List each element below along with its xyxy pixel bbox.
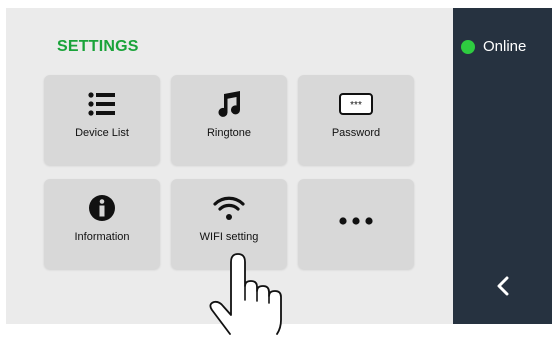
page-title: SETTINGS (57, 38, 139, 55)
info-icon (44, 192, 160, 224)
tile-information[interactable]: Information (44, 179, 160, 269)
music-note-icon (171, 88, 287, 120)
tile-ringtone[interactable]: Ringtone (171, 75, 287, 165)
status-indicator-dot (461, 39, 475, 54)
tile-label: Ringtone (206, 127, 252, 139)
online-status: Online (461, 38, 526, 55)
status-text: Online (483, 38, 527, 55)
tile-password[interactable]: *** Password (298, 75, 414, 165)
more-icon (298, 205, 414, 237)
password-mask-text: *** (350, 100, 362, 111)
password-icon: *** (298, 88, 414, 120)
tile-label: Device List (75, 127, 129, 139)
page: SETTINGS Device List Ringtone *** Passwo… (0, 0, 552, 337)
status-sidebar: Online (453, 8, 552, 324)
list-icon (44, 88, 160, 120)
tap-hand-icon (200, 248, 294, 337)
chevron-left-icon[interactable] (491, 274, 515, 298)
tile-label: Password (331, 127, 381, 139)
tile-label: WIFI setting (199, 231, 259, 243)
tile-device-list[interactable]: Device List (44, 75, 160, 165)
tile-label: Information (74, 231, 130, 243)
wifi-icon (171, 192, 287, 224)
tile-more[interactable] (298, 179, 414, 269)
